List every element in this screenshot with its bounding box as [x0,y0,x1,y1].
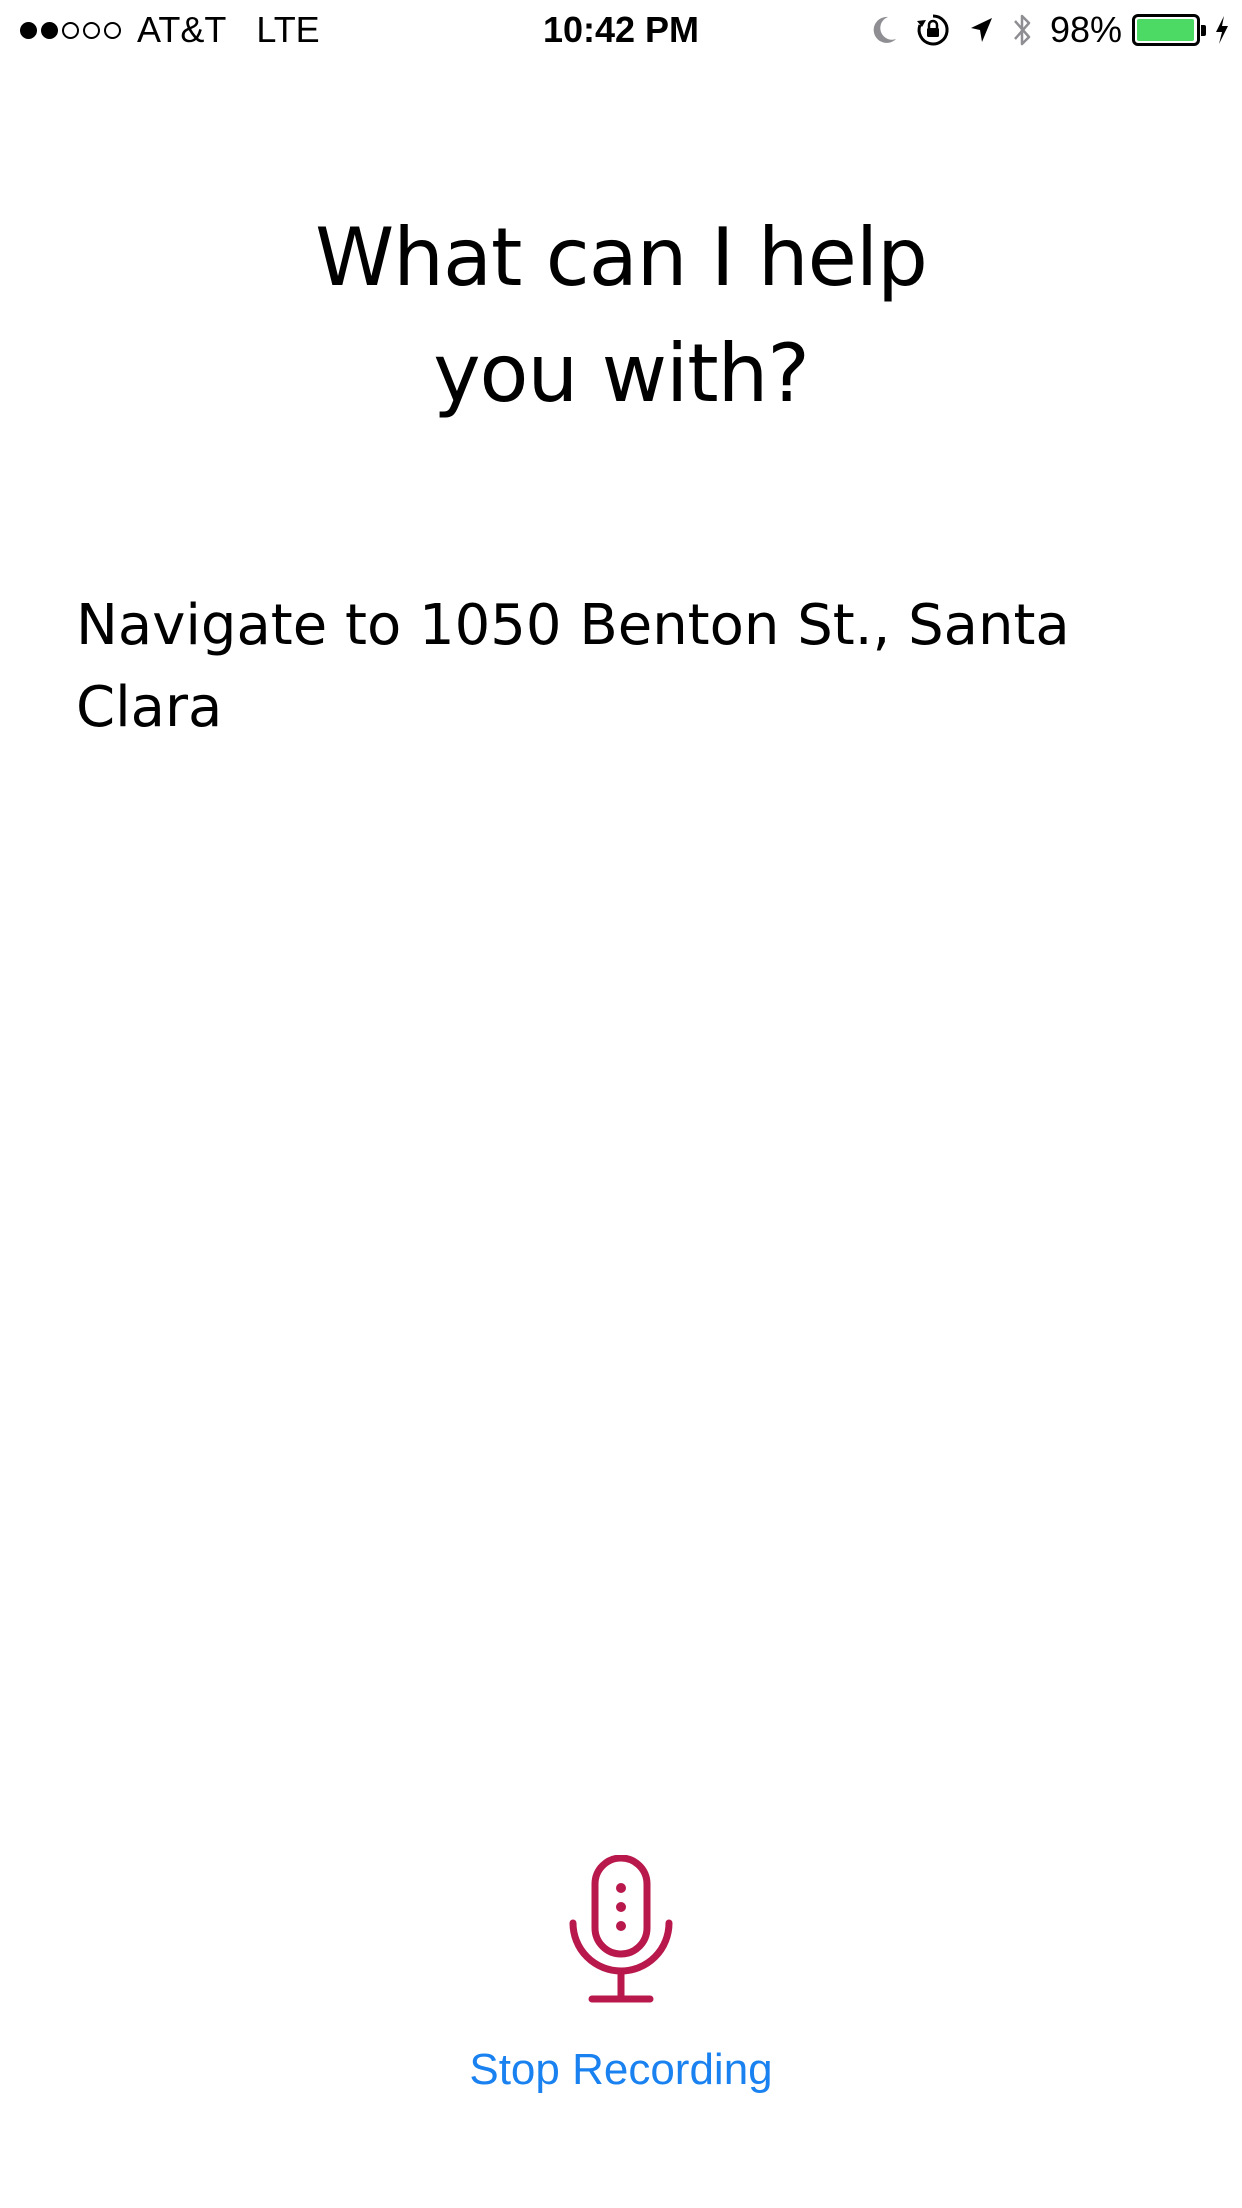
microphone-icon[interactable] [568,1854,674,2005]
rotation-lock-icon [916,13,950,47]
charging-bolt-icon [1214,15,1230,45]
status-bar-right: 98% [870,9,1230,50]
stop-recording-button-wrap: Stop Recording [0,2045,1242,2095]
location-arrow-icon [968,15,994,45]
speech-transcript: Navigate to 1050 Benton St., Santa Clara [76,593,1070,740]
prompt-line-2: you with? [433,327,810,420]
stop-recording-button[interactable]: Stop Recording [469,2045,772,2095]
battery-icon [1132,14,1206,46]
battery-percentage: 98% [1049,9,1122,50]
moon-icon [870,15,898,45]
prompt-line-1: What can I help [315,211,928,304]
battery-terminal [1201,25,1206,36]
bluetooth-icon [1012,12,1032,48]
battery-level-fill [1137,19,1194,41]
status-bar-time: 10:42 PM [542,9,700,50]
assistant-prompt: What can I help you with? [0,200,1242,432]
status-bar: AT&T LTE 10:42 PM 98% [0,0,1242,60]
